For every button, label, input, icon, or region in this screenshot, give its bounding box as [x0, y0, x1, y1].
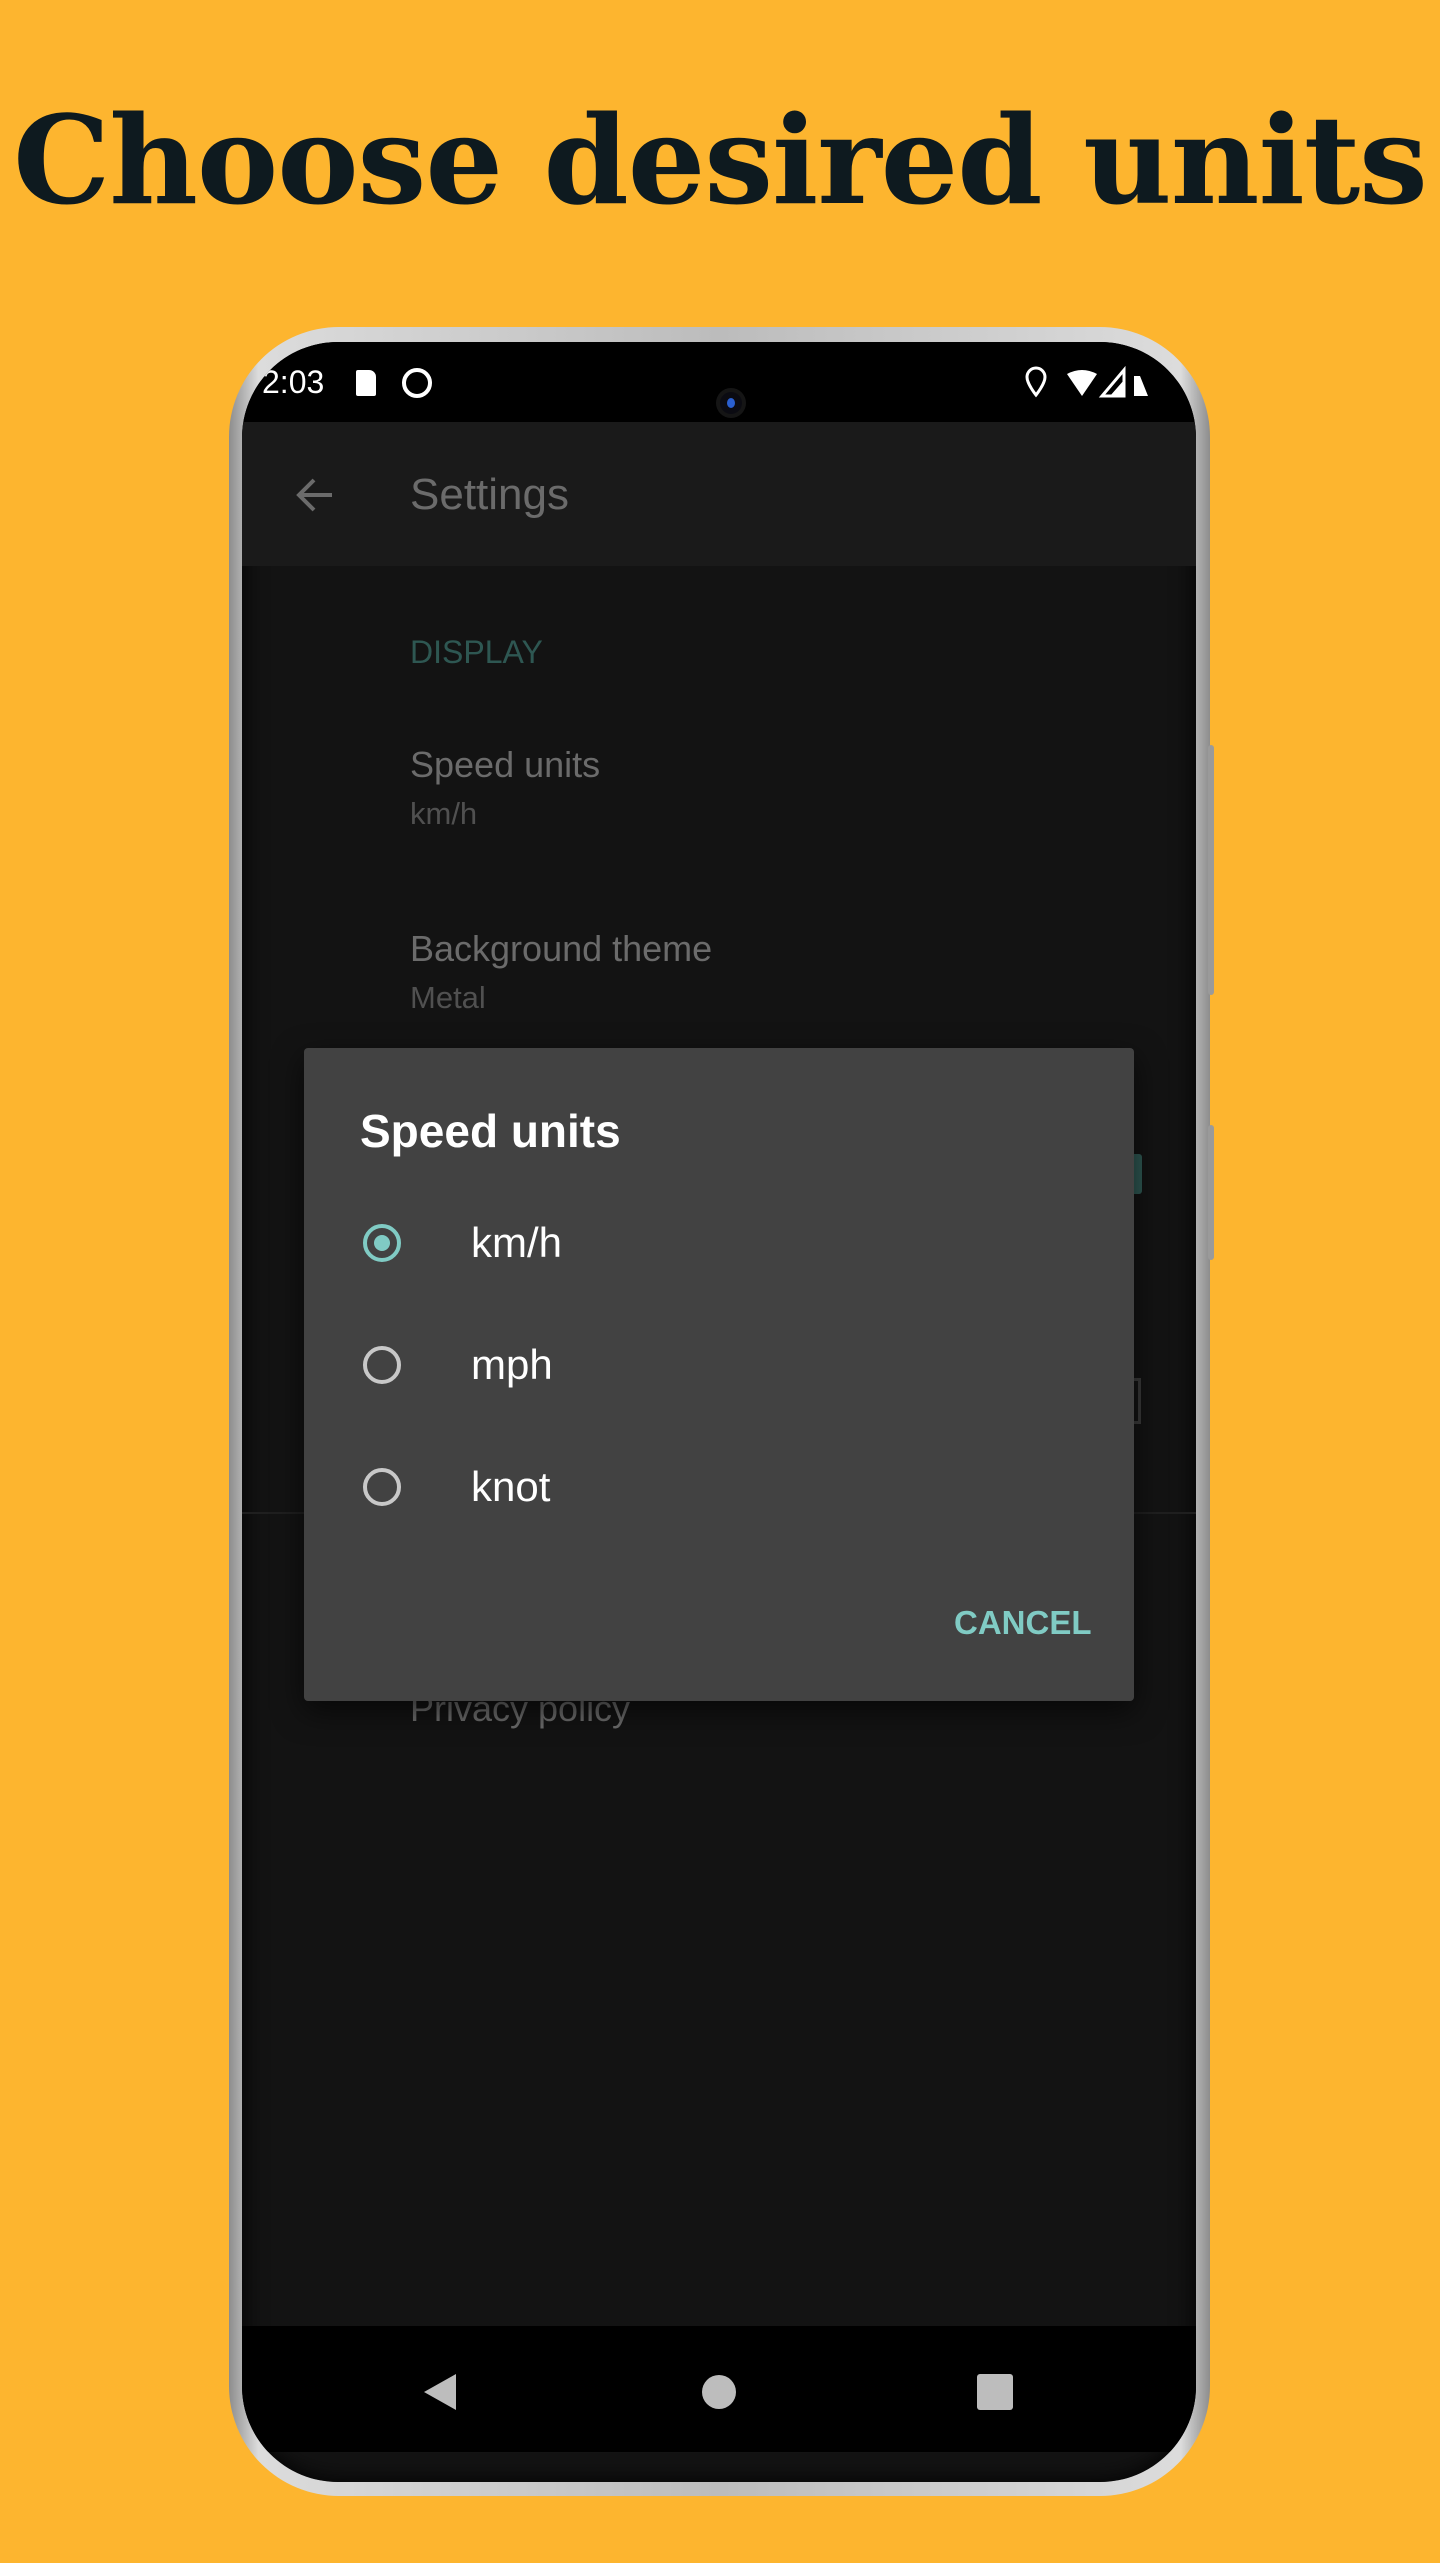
- status-time: 2:03: [262, 364, 325, 400]
- headline: Choose desired units: [13, 88, 1428, 232]
- battery-icon: [1134, 376, 1148, 396]
- cancel-button[interactable]: CANCEL: [954, 1604, 1092, 1642]
- arrow-left-icon[interactable]: [294, 474, 336, 516]
- page-title: Settings: [410, 470, 569, 519]
- section-header-display: DISPLAY: [410, 634, 543, 670]
- setting-title: Background theme: [410, 928, 713, 969]
- option-kmh[interactable]: km/h: [304, 1193, 1134, 1293]
- home-circle-icon[interactable]: [702, 2375, 736, 2409]
- recents-square-icon[interactable]: [977, 2374, 1013, 2410]
- radio-button[interactable]: [363, 1468, 401, 1506]
- status-icons: [1025, 365, 1148, 398]
- setting-background-theme[interactable]: Background theme Metal: [242, 906, 1196, 1026]
- phone-screen: 2:03 Settings DISPLAY Speed units km/h B…: [242, 342, 1196, 2482]
- setting-summary: km/h: [410, 796, 478, 831]
- status-bar: 2:03: [242, 342, 1196, 422]
- back-triangle-icon[interactable]: [422, 2372, 458, 2412]
- dialog-title: Speed units: [360, 1105, 621, 1157]
- radio-button-selected[interactable]: [363, 1224, 401, 1262]
- speed-units-dialog: Speed units km/h mph knot CANCEL: [304, 1048, 1134, 1701]
- app-bar: Settings: [242, 422, 1196, 566]
- option-mph[interactable]: mph: [304, 1315, 1134, 1415]
- setting-speed-units[interactable]: Speed units km/h: [242, 722, 1196, 842]
- setting-title: Speed units: [410, 744, 601, 785]
- navigation-bar: [242, 2326, 1196, 2452]
- power-button: [1208, 1125, 1214, 1260]
- camera-icon: [720, 392, 742, 414]
- option-label: mph: [471, 1341, 553, 1388]
- setting-summary: Metal: [410, 980, 486, 1015]
- option-label: knot: [471, 1463, 551, 1510]
- radio-button[interactable]: [363, 1346, 401, 1384]
- option-label: km/h: [471, 1219, 563, 1266]
- option-knot[interactable]: knot: [304, 1437, 1134, 1537]
- wifi-icon: [1067, 370, 1097, 396]
- sd-card-icon: [356, 370, 376, 396]
- app-notification-icon: [402, 368, 432, 398]
- location-icon: [1025, 366, 1047, 398]
- volume-button: [1208, 745, 1214, 995]
